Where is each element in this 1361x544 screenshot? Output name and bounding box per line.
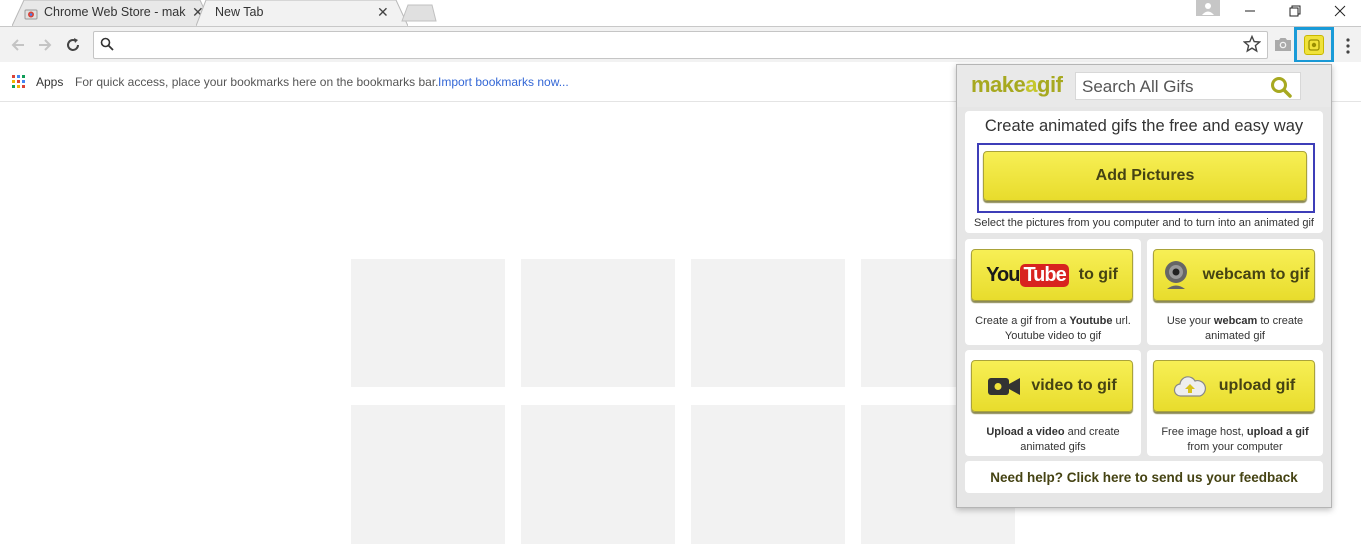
makeagif-extension-button[interactable] <box>1294 27 1334 63</box>
youtube-logo-icon: You Tube <box>986 263 1069 287</box>
most-visited-tile[interactable] <box>521 405 675 544</box>
youtube-button-label: to gif <box>1078 266 1118 283</box>
youtube-panel: You Tube to gif Create a gif from a Yout… <box>965 239 1141 345</box>
back-arrow-icon <box>11 39 24 51</box>
tab-chrome-web-store[interactable]: Chrome Web Store - mak ✕ <box>12 0 212 26</box>
youtube-description: Create a gif from a Youtube url. Youtube… <box>975 315 1131 342</box>
close-icon <box>1334 5 1346 17</box>
chrome-web-store-favicon-icon <box>24 9 38 20</box>
address-input[interactable] <box>122 36 1222 54</box>
restore-icon <box>1289 5 1301 17</box>
makeagif-popup: makeagif Create animated gifs the free a… <box>956 64 1332 508</box>
add-pictures-panel: Create animated gifs the free and easy w… <box>965 111 1323 233</box>
reload-icon <box>67 38 79 51</box>
tab-strip: Chrome Web Store - mak ✕ New Tab ✕ <box>0 0 1361 26</box>
restore-button[interactable] <box>1273 0 1317 22</box>
forward-arrow-icon <box>39 39 52 51</box>
makeagif-logo: makeagif <box>971 72 1063 97</box>
address-bar[interactable] <box>93 31 1268 59</box>
browser-toolbar <box>0 26 1361 63</box>
video-to-gif-button[interactable]: video to gif <box>971 360 1133 412</box>
apps-grid-icon[interactable] <box>12 75 26 89</box>
tab-new-tab[interactable]: New Tab ✕ <box>196 0 408 26</box>
gif-search-box <box>1075 72 1301 100</box>
most-visited-tile[interactable] <box>691 259 845 387</box>
camera-extension-icon[interactable] <box>1274 36 1292 52</box>
apps-shortcut[interactable]: Apps <box>36 75 63 89</box>
upload-panel: upload gif Free image host, upload a gif… <box>1147 350 1323 456</box>
youtube-to-gif-button[interactable]: You Tube to gif <box>971 249 1133 301</box>
import-bookmarks-link[interactable]: Import bookmarks now... <box>438 75 569 89</box>
video-description: Upload a video and create animated gifs <box>986 426 1120 453</box>
webcam-description: Use your webcam to create animated gif <box>1166 315 1304 342</box>
minimize-button[interactable] <box>1228 0 1272 22</box>
reload-button[interactable] <box>63 35 83 55</box>
webcam-icon <box>1164 261 1187 289</box>
webcam-panel: webcam to gif Use your webcam to create … <box>1147 239 1323 345</box>
search-icon[interactable] <box>1270 76 1292 98</box>
most-visited-tile[interactable] <box>691 405 845 544</box>
most-visited-tile[interactable] <box>351 405 505 544</box>
bookmarks-hint: For quick access, place your bookmarks h… <box>75 75 439 89</box>
most-visited-tile[interactable] <box>351 259 505 387</box>
feedback-link[interactable]: Need help? Click here to send us your fe… <box>965 461 1323 493</box>
new-tab-button[interactable] <box>398 4 438 22</box>
upload-description: Free image host, upload a gif from your … <box>1161 426 1309 453</box>
upload-gif-button[interactable]: upload gif <box>1153 360 1315 412</box>
gif-search-input[interactable] <box>1082 77 1262 97</box>
bookmark-star-icon[interactable] <box>1243 35 1261 53</box>
webcam-button-label: webcam to gif <box>1202 266 1310 283</box>
forward-button[interactable] <box>35 35 55 55</box>
close-tab-icon[interactable]: ✕ <box>377 4 389 20</box>
chrome-menu-icon[interactable] <box>1342 37 1354 55</box>
tab-title: Chrome Web Store - mak <box>44 5 186 19</box>
most-visited-tile[interactable] <box>521 259 675 387</box>
minimize-icon <box>1245 10 1255 12</box>
video-button-label: video to gif <box>1031 377 1117 394</box>
popup-header: makeagif <box>957 65 1331 107</box>
makeagif-extension-icon <box>1304 35 1324 55</box>
add-pictures-highlight: Add Pictures <box>977 143 1315 213</box>
back-button[interactable] <box>8 35 28 55</box>
tab-title: New Tab <box>215 5 264 19</box>
webcam-to-gif-button[interactable]: webcam to gif <box>1153 249 1315 301</box>
add-pictures-description: Select the pictures from you computer an… <box>974 217 1314 229</box>
video-panel: video to gif Upload a video and create a… <box>965 350 1141 456</box>
search-icon <box>100 37 114 51</box>
close-window-button[interactable] <box>1318 0 1361 22</box>
add-pictures-button[interactable]: Add Pictures <box>983 151 1307 201</box>
tagline: Create animated gifs the free and easy w… <box>984 117 1304 135</box>
video-camera-icon <box>988 378 1021 395</box>
cloud-upload-icon <box>1173 376 1206 397</box>
profile-avatar-icon[interactable] <box>1196 0 1220 16</box>
upload-button-label: upload gif <box>1218 377 1296 394</box>
